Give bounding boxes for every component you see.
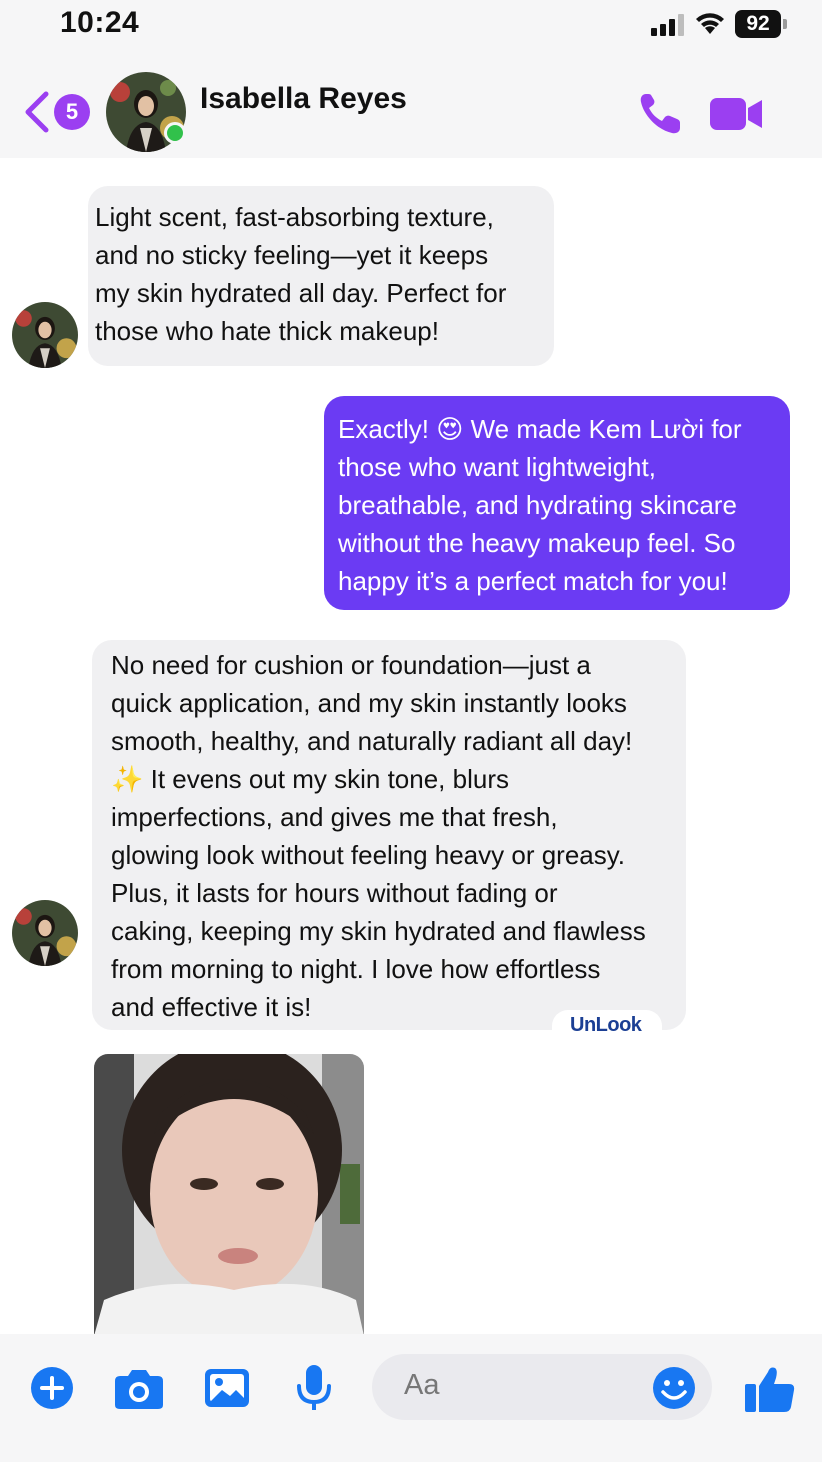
battery-level: 92 — [735, 10, 781, 38]
phone-icon[interactable] — [636, 90, 684, 138]
message-line: Exactly! 😍 We made Kem Lười for — [338, 414, 742, 444]
mic-icon[interactable] — [296, 1364, 332, 1412]
sender-avatar[interactable] — [12, 302, 78, 368]
message-line: those who want lightweight, — [338, 452, 656, 482]
message-line: without the heavy makeup feel. So — [338, 528, 736, 558]
sender-avatar[interactable] — [12, 900, 78, 966]
video-icon[interactable] — [708, 94, 764, 134]
unread-count-badge: 5 — [54, 94, 90, 130]
message-line: Plus, it lasts for hours without fading … — [111, 878, 558, 908]
message-line: glowing look without feeling heavy or gr… — [111, 840, 626, 870]
message-input-placeholder: Aa — [404, 1369, 440, 1401]
back-chevron-icon — [25, 91, 49, 133]
message-line: happy it’s a perfect match for you! — [338, 566, 728, 596]
message-line: Light scent, fast-absorbing texture, — [95, 202, 494, 232]
message-line: and no sticky feeling—yet it keeps — [95, 240, 489, 270]
emoji-icon[interactable] — [652, 1366, 696, 1410]
shared-photo[interactable] — [94, 1054, 364, 1336]
chat-header: 5 Isabella Reyes — [0, 56, 822, 158]
message-line: my skin hydrated all day. Perfect for — [95, 278, 507, 308]
message-line: breathable, and hydrating skincare — [338, 490, 737, 520]
plus-icon[interactable] — [30, 1366, 74, 1410]
outgoing-message[interactable]: Exactly! 😍 We made Kem Lười for those wh… — [324, 396, 790, 610]
watermark: UnLook — [552, 1010, 662, 1044]
message-line: quick application, and my skin instantly… — [111, 688, 627, 718]
message-composer: Aa — [0, 1334, 822, 1462]
contact-name[interactable]: Isabella Reyes — [200, 82, 407, 116]
message-line: smooth, healthy, and naturally radiant a… — [111, 726, 633, 756]
message-line: from morning to night. I love how effort… — [111, 954, 601, 984]
thumbs-up-icon[interactable] — [744, 1364, 796, 1414]
incoming-message[interactable]: Light scent, fast-absorbing texture, and… — [88, 186, 554, 366]
message-line: caking, keeping my skin hydrated and fla… — [111, 916, 646, 946]
camera-icon[interactable] — [114, 1368, 164, 1410]
online-status-dot — [164, 122, 186, 144]
message-line: imperfections, and gives me that fresh, — [111, 802, 558, 832]
status-time: 10:24 — [60, 6, 140, 39]
battery-icon: 92 — [735, 10, 787, 38]
message-input[interactable]: Aa — [372, 1354, 712, 1420]
incoming-message[interactable]: No need for cushion or foundation—just a… — [92, 640, 686, 1030]
watermark-logo: UnLook — [570, 1014, 642, 1036]
wifi-icon — [696, 13, 724, 34]
back-button[interactable]: 5 — [22, 90, 92, 134]
status-bar: 10:24 92 — [0, 0, 822, 56]
message-line: ✨ It evens out my skin tone, blurs — [111, 764, 509, 794]
message-line: No need for cushion or foundation—just a — [111, 650, 591, 680]
gallery-icon[interactable] — [204, 1368, 250, 1408]
signal-icon — [651, 14, 684, 36]
message-line: those who hate thick makeup! — [95, 316, 439, 346]
